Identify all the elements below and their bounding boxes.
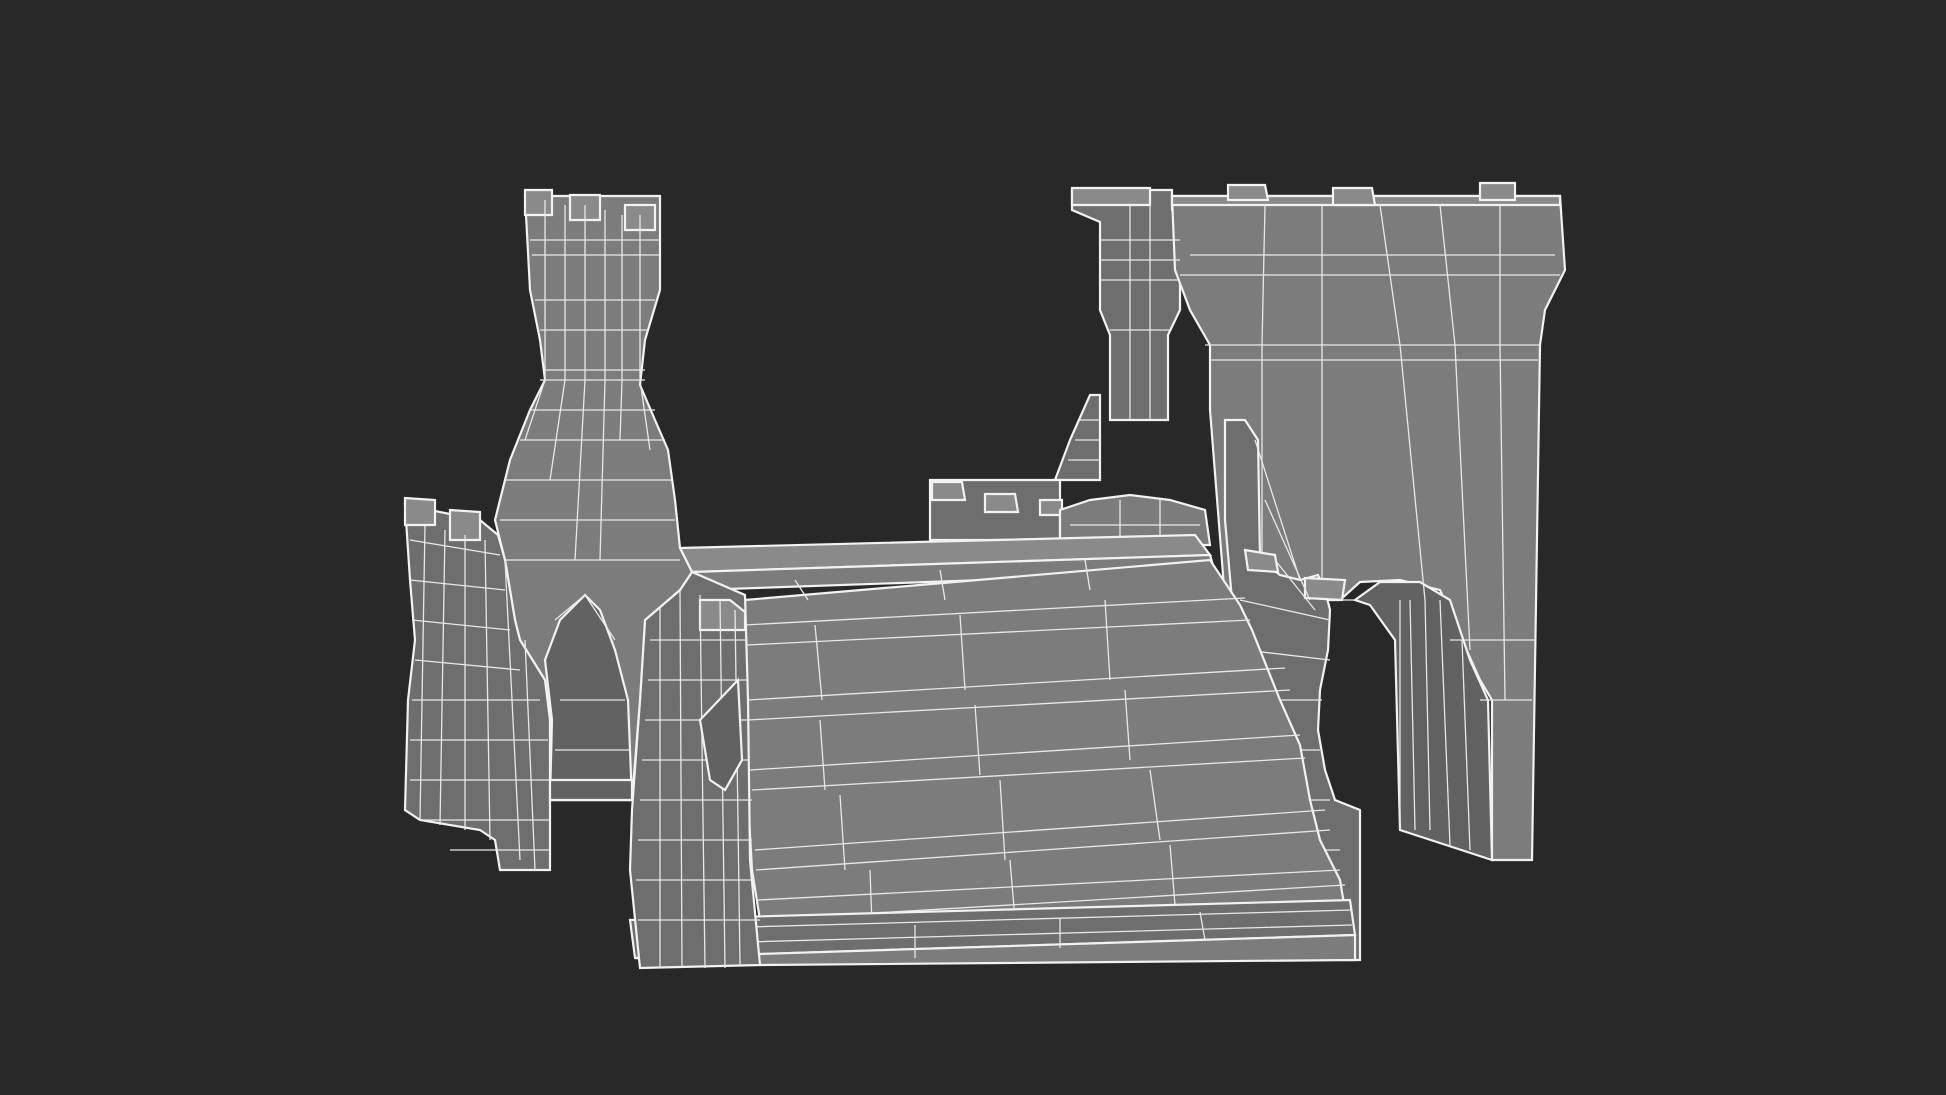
render-viewport	[0, 0, 1946, 1095]
castle-wireframe-render	[403, 181, 1567, 970]
left-stair-wall	[628, 570, 762, 970]
